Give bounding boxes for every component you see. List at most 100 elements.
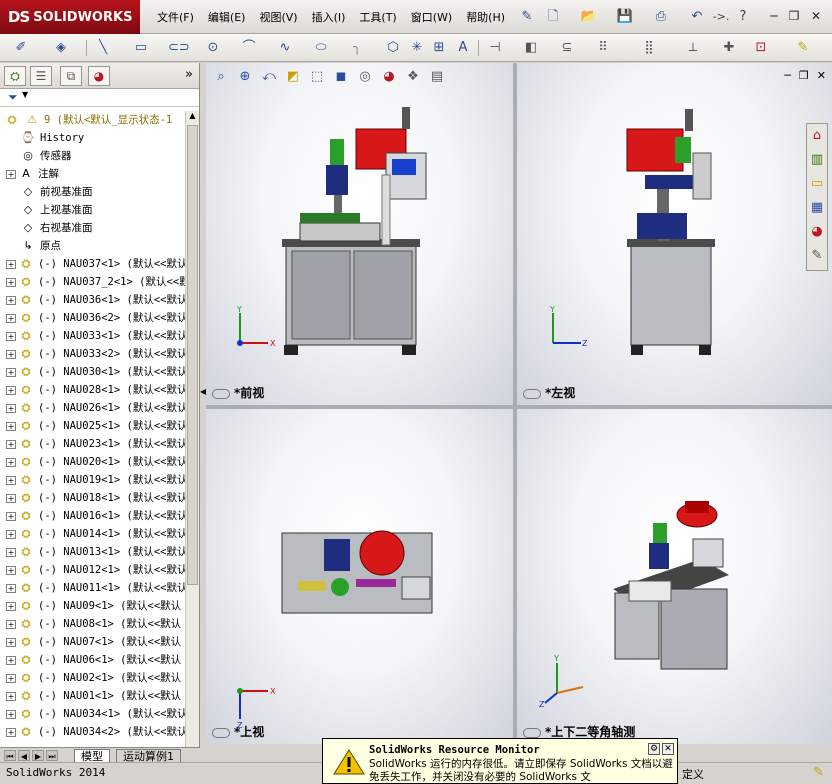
tree-component[interactable]: + ⛭ (-) NAU037<1> (默认<<默认: [0, 255, 186, 273]
popup-settings-icon[interactable]: ⚙: [648, 743, 660, 755]
scene-icon[interactable]: ❖: [404, 69, 422, 84]
tree-component[interactable]: + ⛭ (-) NAU06<1> (默认<<默认: [0, 651, 186, 669]
view-glasses-icon[interactable]: [212, 727, 230, 738]
tree-component[interactable]: + ⛭ (-) NAU020<1> (默认<<默认: [0, 453, 186, 471]
ellipse-icon[interactable]: ⬭: [312, 39, 330, 57]
expand-toggle-icon[interactable]: +: [6, 421, 16, 431]
previous-view-icon[interactable]: ⤺: [260, 69, 278, 84]
view-settings-icon[interactable]: ▤: [428, 69, 446, 84]
tab-model[interactable]: 模型: [74, 749, 110, 763]
tree-component[interactable]: + ⛭ (-) NAU030<1> (默认<<默认: [0, 363, 186, 381]
resource-monitor-popup[interactable]: SolidWorks Resource Monitor SolidWorks 运…: [322, 738, 678, 784]
menu-insert[interactable]: 插入(I): [305, 9, 353, 25]
appearance-icon[interactable]: ◕: [380, 69, 398, 84]
expand-toggle-icon[interactable]: +: [6, 475, 16, 485]
viewport-minimize-icon[interactable]: ─: [784, 69, 791, 82]
tree-component[interactable]: + ⛭ (-) NAU07<1> (默认<<默认: [0, 633, 186, 651]
display-style-icon[interactable]: ◼: [332, 69, 350, 84]
property-tab[interactable]: ☰: [30, 66, 52, 86]
viewport-restore-icon[interactable]: ❐: [799, 69, 809, 82]
expand-toggle-icon[interactable]: +: [6, 529, 16, 539]
viewport-left[interactable]: Y Z *左视: [517, 63, 832, 405]
restore-icon[interactable]: ❐: [786, 8, 802, 24]
view-orientation-icon[interactable]: ⬚: [308, 69, 326, 84]
expand-toggle-icon[interactable]: +: [6, 295, 16, 305]
prev-tab-icon[interactable]: ◀: [18, 750, 30, 761]
expand-toggle-icon[interactable]: +: [6, 277, 16, 287]
fillet-icon[interactable]: ╮: [348, 39, 366, 57]
menu-window[interactable]: 窗口(W): [404, 9, 459, 25]
expand-toggle-icon[interactable]: +: [6, 583, 16, 593]
expand-toggle-icon[interactable]: +: [6, 457, 16, 467]
filter-icon[interactable]: ⏷: [8, 90, 18, 105]
tree-component[interactable]: + ⛭ (-) NAU037_2<1> (默认<<默: [0, 273, 186, 291]
smart-dimension-icon[interactable]: ◈: [52, 39, 70, 57]
expand-toggle-icon[interactable]: +: [6, 673, 16, 683]
viewport-splitter-vertical[interactable]: [513, 63, 517, 744]
spline-icon[interactable]: ∿: [276, 39, 294, 57]
open-folder-icon[interactable]: 📂: [580, 8, 598, 26]
expand-toggle-icon[interactable]: +: [6, 709, 16, 719]
viewport-close-icon[interactable]: ✕: [817, 69, 826, 82]
tree-component[interactable]: + ⛭ (-) NAU018<1> (默认<<默认: [0, 489, 186, 507]
solidworks-resources-icon[interactable]: ⌂: [807, 124, 827, 148]
print-icon[interactable]: ⎙: [652, 8, 670, 26]
viewport-top[interactable]: X Z *上视: [206, 409, 513, 744]
menu-tools[interactable]: 工具(T): [352, 9, 403, 25]
tree-component[interactable]: + ⛭ (-) NAU034<2> (默认<<默认: [0, 723, 186, 741]
tree-item[interactable]: + A 注解: [0, 165, 186, 183]
trim-icon[interactable]: ⊣: [486, 39, 504, 57]
popup-close-icon[interactable]: ✕: [662, 743, 674, 755]
view-palette-icon[interactable]: ▦: [807, 196, 827, 220]
viewport-front[interactable]: Y X *前视: [206, 63, 513, 405]
expand-toggle-icon[interactable]: +: [6, 565, 16, 575]
tree-root[interactable]: ⛭ ⚠ 9 (默认<默认_显示状态-1: [0, 111, 186, 129]
expand-toggle-icon[interactable]: +: [6, 511, 16, 521]
tree-component[interactable]: + ⛭ (-) NAU033<1> (默认<<默认: [0, 327, 186, 345]
file-explorer-icon[interactable]: ▭: [807, 172, 827, 196]
feature-tree-tab[interactable]: ⛭: [4, 66, 26, 86]
tree-component[interactable]: + ⛭ (-) NAU028<1> (默认<<默认: [0, 381, 186, 399]
expand-toggle-icon[interactable]: +: [6, 547, 16, 557]
configuration-tab[interactable]: ⧉: [60, 66, 82, 86]
tree-component[interactable]: + ⛭ (-) NAU023<1> (默认<<默认: [0, 435, 186, 453]
custom-properties-icon[interactable]: ✎: [807, 244, 827, 268]
filter-dropdown-icon[interactable]: ▼: [22, 90, 28, 99]
view-glasses-icon[interactable]: [212, 388, 230, 399]
instant2d-icon[interactable]: ⊡: [752, 39, 770, 57]
close-icon[interactable]: ✕: [808, 8, 824, 24]
expand-toggle-icon[interactable]: +: [6, 691, 16, 701]
offset-icon[interactable]: ⊆: [558, 39, 576, 57]
scroll-up-icon[interactable]: ▲: [186, 111, 199, 120]
tree-component[interactable]: + ⛭ (-) NAU09<1> (默认<<默认: [0, 597, 186, 615]
convert-icon[interactable]: ◧: [522, 39, 540, 57]
text-icon[interactable]: A: [454, 39, 472, 57]
scroll-thumb[interactable]: [187, 125, 198, 585]
redo-icon[interactable]: ->.: [710, 8, 732, 26]
rapid-sketch-icon[interactable]: ✎: [794, 39, 812, 57]
pattern-icon[interactable]: ⣿: [640, 39, 658, 57]
tree-component[interactable]: + ⛭ (-) NAU019<1> (默认<<默认: [0, 471, 186, 489]
circle-icon[interactable]: ⊙: [204, 39, 222, 57]
expand-toggle-icon[interactable]: +: [6, 619, 16, 629]
expand-toggle-icon[interactable]: +: [6, 349, 16, 359]
next-tab-icon[interactable]: ▶: [32, 750, 44, 761]
tree-component[interactable]: + ⛭ (-) NAU034<1> (默认<<默认: [0, 705, 186, 723]
tree-component[interactable]: + ⛭ (-) NAU011<1> (默认<<默认: [0, 579, 186, 597]
tag-icon[interactable]: ✎: [813, 765, 824, 780]
tree-component[interactable]: + ⛭ (-) NAU033<2> (默认<<默认: [0, 345, 186, 363]
line-icon[interactable]: ╲: [94, 39, 112, 57]
tree-scrollbar[interactable]: ▲: [185, 111, 199, 747]
expand-toggle-icon[interactable]: +: [6, 259, 16, 269]
tree-component[interactable]: + ⛭ (-) NAU026<1> (默认<<默认: [0, 399, 186, 417]
mirror-icon[interactable]: ⠿: [594, 39, 612, 57]
menu-edit[interactable]: 编辑(E): [201, 9, 253, 25]
expand-toggle-icon[interactable]: +: [6, 367, 16, 377]
tree-item[interactable]: ◇ 右视基准面: [0, 219, 186, 237]
tree-component[interactable]: + ⛭ (-) NAU014<1> (默认<<默认: [0, 525, 186, 543]
viewport-isometric[interactable]: Y Z *上下二等角轴测: [517, 409, 832, 744]
display-tab[interactable]: ◕: [88, 66, 110, 86]
tree-component[interactable]: + ⛭ (-) NAU08<1> (默认<<默认: [0, 615, 186, 633]
menu-file[interactable]: 文件(F): [150, 9, 201, 25]
expand-toggle-icon[interactable]: +: [6, 169, 16, 179]
